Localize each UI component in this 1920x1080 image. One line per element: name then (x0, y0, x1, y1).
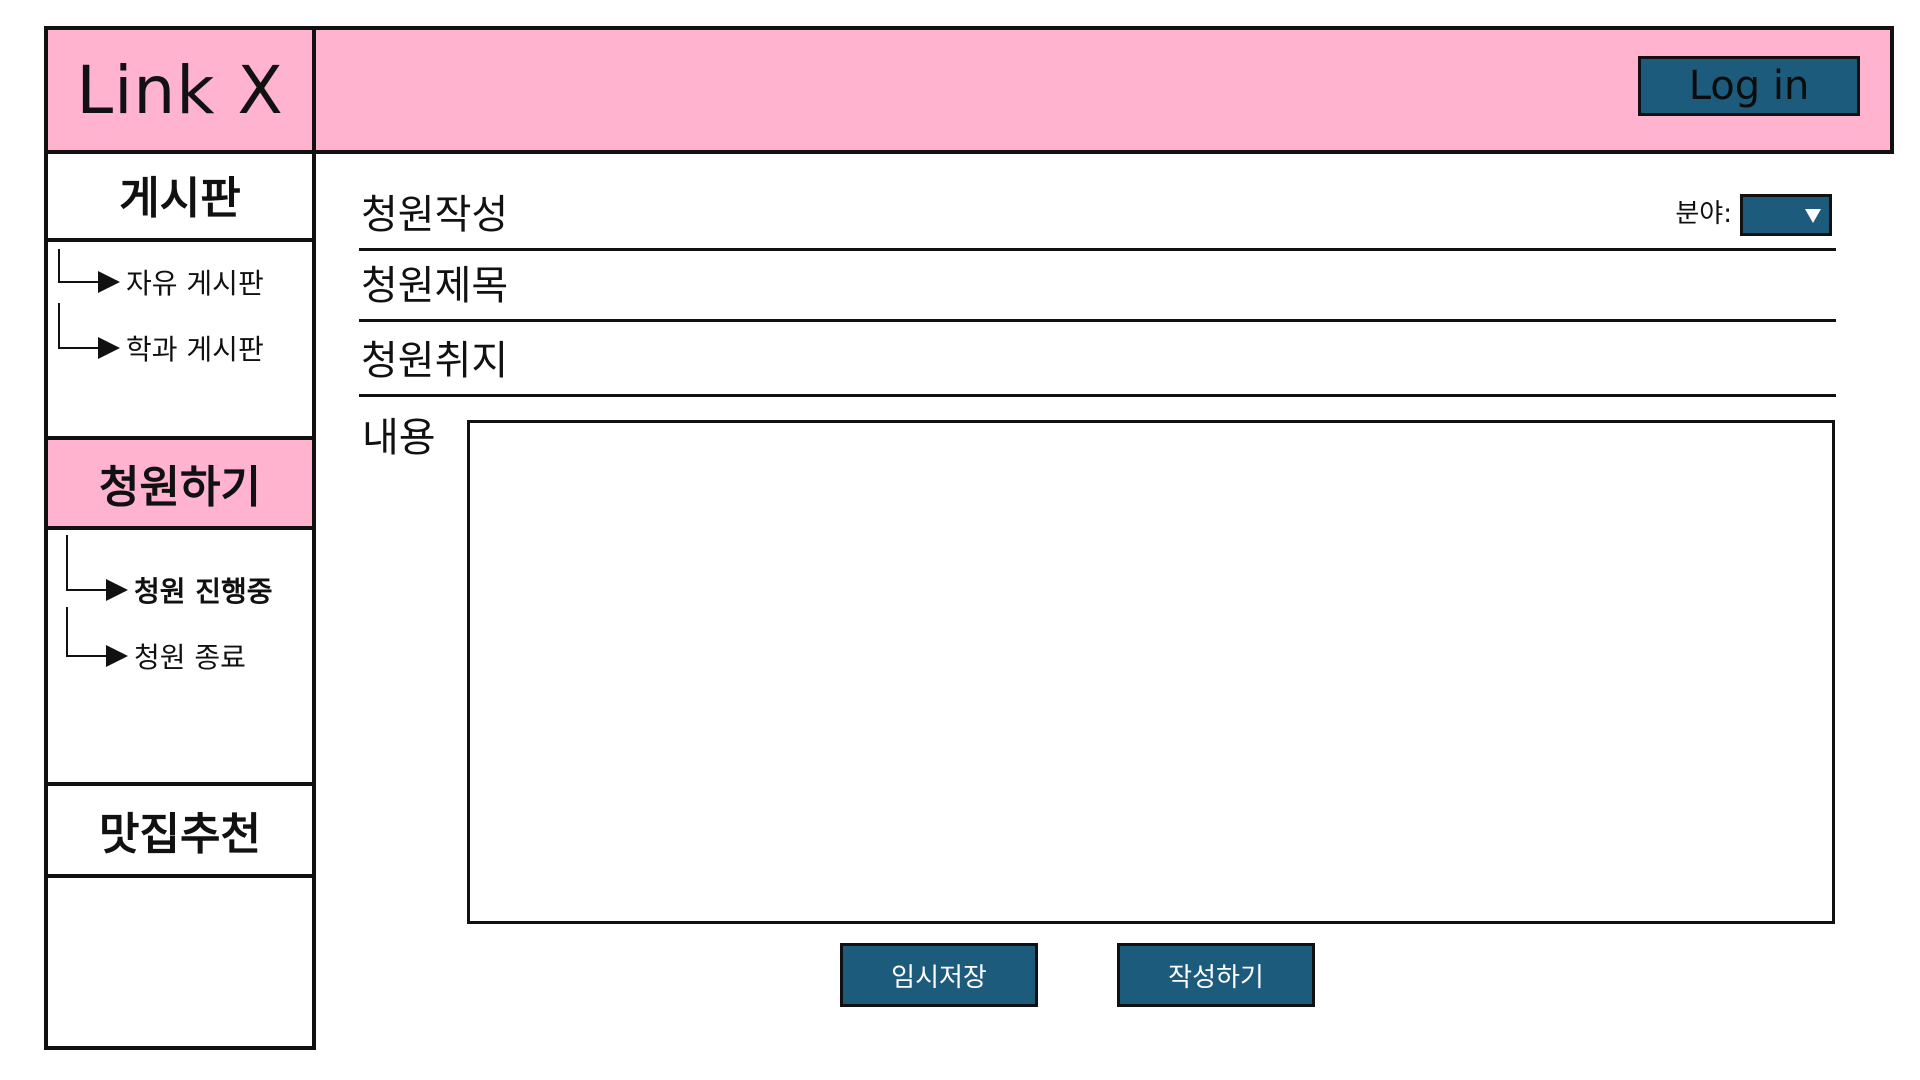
sidebar-subitem-label: 학과 게시판 (126, 333, 264, 366)
petition-title-field[interactable]: 청원제목 (359, 259, 1836, 322)
header-bar: Log in (312, 26, 1894, 154)
right-arrow-icon (66, 535, 128, 610)
petition-title-label: 청원제목 (361, 263, 509, 309)
page-title: 청원작성 (361, 192, 509, 238)
sidebar-subitem-free-board[interactable]: 자유 게시판 (58, 249, 264, 302)
sidebar-item-petition[interactable]: 청원하기 (48, 436, 312, 530)
right-arrow-icon (58, 249, 120, 302)
petition-compose-header: 청원작성 분야: (359, 185, 1836, 251)
sidebar-subitem-dept-board[interactable]: 학과 게시판 (58, 303, 264, 368)
login-button[interactable]: Log in (1638, 56, 1860, 116)
sidebar-subitem-label: 청원 종료 (134, 641, 246, 674)
sidebar: 게시판 자유 게시판 학과 게시판 청원하기 청원 진행중 청원 종료 맛집추천 (44, 150, 316, 1050)
chevron-down-icon (1805, 209, 1821, 223)
submit-button[interactable]: 작성하기 (1117, 943, 1315, 1007)
logo-text: Link X (76, 51, 284, 129)
right-arrow-icon (58, 303, 120, 368)
right-arrow-icon (66, 607, 128, 676)
sidebar-subitem-petition-ongoing[interactable]: 청원 진행중 (66, 535, 273, 610)
petition-purpose-field[interactable]: 청원취지 (359, 331, 1836, 397)
sidebar-subitem-label: 자유 게시판 (126, 267, 264, 300)
content-label: 내용 (362, 415, 436, 461)
sidebar-item-food[interactable]: 맛집추천 (48, 782, 312, 878)
content-textarea[interactable] (467, 420, 1835, 924)
category-label: 분야: (1675, 199, 1732, 229)
save-draft-button[interactable]: 임시저장 (840, 943, 1038, 1007)
category-select[interactable] (1740, 194, 1832, 236)
sidebar-item-board[interactable]: 게시판 (48, 150, 312, 242)
sidebar-subitem-petition-closed[interactable]: 청원 종료 (66, 607, 246, 676)
logo[interactable]: Link X (44, 26, 316, 154)
petition-purpose-label: 청원취지 (361, 338, 509, 384)
sidebar-subitem-label: 청원 진행중 (134, 575, 273, 608)
